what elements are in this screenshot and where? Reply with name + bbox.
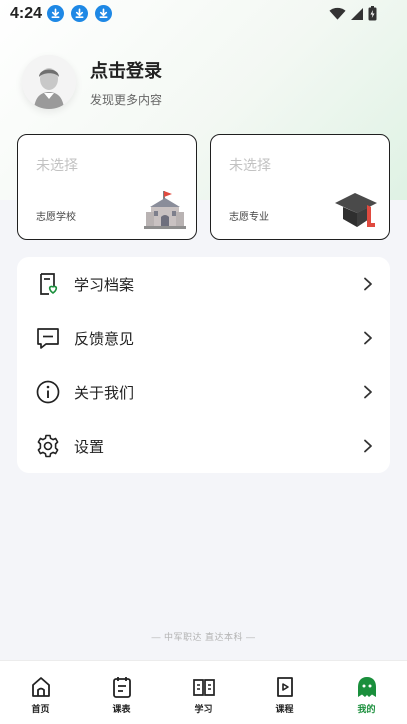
schedule-icon bbox=[113, 677, 131, 698]
menu-label: 关于我们 bbox=[74, 384, 135, 402]
school-building-icon bbox=[144, 191, 186, 229]
tab-label: 课表 bbox=[112, 704, 131, 714]
login-title[interactable]: 点击登录 bbox=[90, 57, 162, 83]
bottom-tab-bar: 首页 课表 学习 课程 我的 bbox=[0, 660, 407, 724]
tab-home[interactable]: 首页 bbox=[0, 661, 81, 724]
tab-label: 首页 bbox=[31, 704, 50, 714]
info-icon bbox=[35, 379, 61, 405]
target-school-card[interactable]: 未选择 志愿学校 bbox=[17, 134, 197, 240]
menu-label: 设置 bbox=[74, 438, 105, 456]
status-time: 4:24 bbox=[10, 5, 43, 22]
download-icon bbox=[95, 5, 112, 22]
tab-label: 我的 bbox=[357, 704, 376, 714]
menu-list: 学习档案 反馈意见 关于我们 设置 bbox=[17, 257, 390, 473]
download-icon bbox=[47, 5, 64, 22]
menu-item-study-file[interactable]: 学习档案 bbox=[17, 257, 390, 311]
signal-icon bbox=[351, 7, 363, 20]
battery-icon bbox=[368, 6, 377, 21]
book-icon bbox=[193, 679, 215, 696]
tab-schedule[interactable]: 课表 bbox=[81, 661, 162, 724]
chevron-right-icon bbox=[364, 277, 372, 291]
school-value: 未选择 bbox=[36, 157, 78, 173]
menu-item-feedback[interactable]: 反馈意见 bbox=[17, 311, 390, 365]
home-icon bbox=[32, 677, 50, 697]
study-file-icon bbox=[35, 271, 61, 297]
login-subtitle: 发现更多内容 bbox=[90, 93, 163, 107]
status-bar: 4:24 bbox=[0, 0, 407, 28]
major-label: 志愿专业 bbox=[229, 212, 269, 223]
tab-course[interactable]: 课程 bbox=[244, 661, 325, 724]
target-major-card[interactable]: 未选择 志愿专业 bbox=[210, 134, 390, 240]
wifi-icon bbox=[329, 7, 346, 20]
tab-label: 课程 bbox=[275, 704, 294, 714]
menu-item-settings[interactable]: 设置 bbox=[17, 419, 390, 473]
chevron-right-icon bbox=[364, 385, 372, 399]
course-play-icon bbox=[277, 677, 293, 697]
feedback-chat-icon bbox=[35, 325, 61, 351]
graduation-cap-icon bbox=[335, 193, 377, 227]
major-value: 未选择 bbox=[229, 157, 271, 173]
tab-mine[interactable]: 我的 bbox=[326, 661, 407, 724]
chevron-right-icon bbox=[364, 439, 372, 453]
profile-chat-icon bbox=[358, 677, 376, 697]
school-label: 志愿学校 bbox=[36, 212, 76, 223]
menu-label: 学习档案 bbox=[74, 276, 135, 294]
chevron-right-icon bbox=[364, 331, 372, 345]
tab-label: 学习 bbox=[194, 704, 213, 714]
avatar[interactable] bbox=[22, 55, 76, 109]
tab-study[interactable]: 学习 bbox=[163, 661, 244, 724]
gear-icon bbox=[35, 433, 61, 459]
footer-note: — 中军职达 直达本科 — bbox=[151, 632, 256, 642]
download-icon bbox=[71, 5, 88, 22]
menu-label: 反馈意见 bbox=[74, 330, 135, 348]
menu-item-about[interactable]: 关于我们 bbox=[17, 365, 390, 419]
